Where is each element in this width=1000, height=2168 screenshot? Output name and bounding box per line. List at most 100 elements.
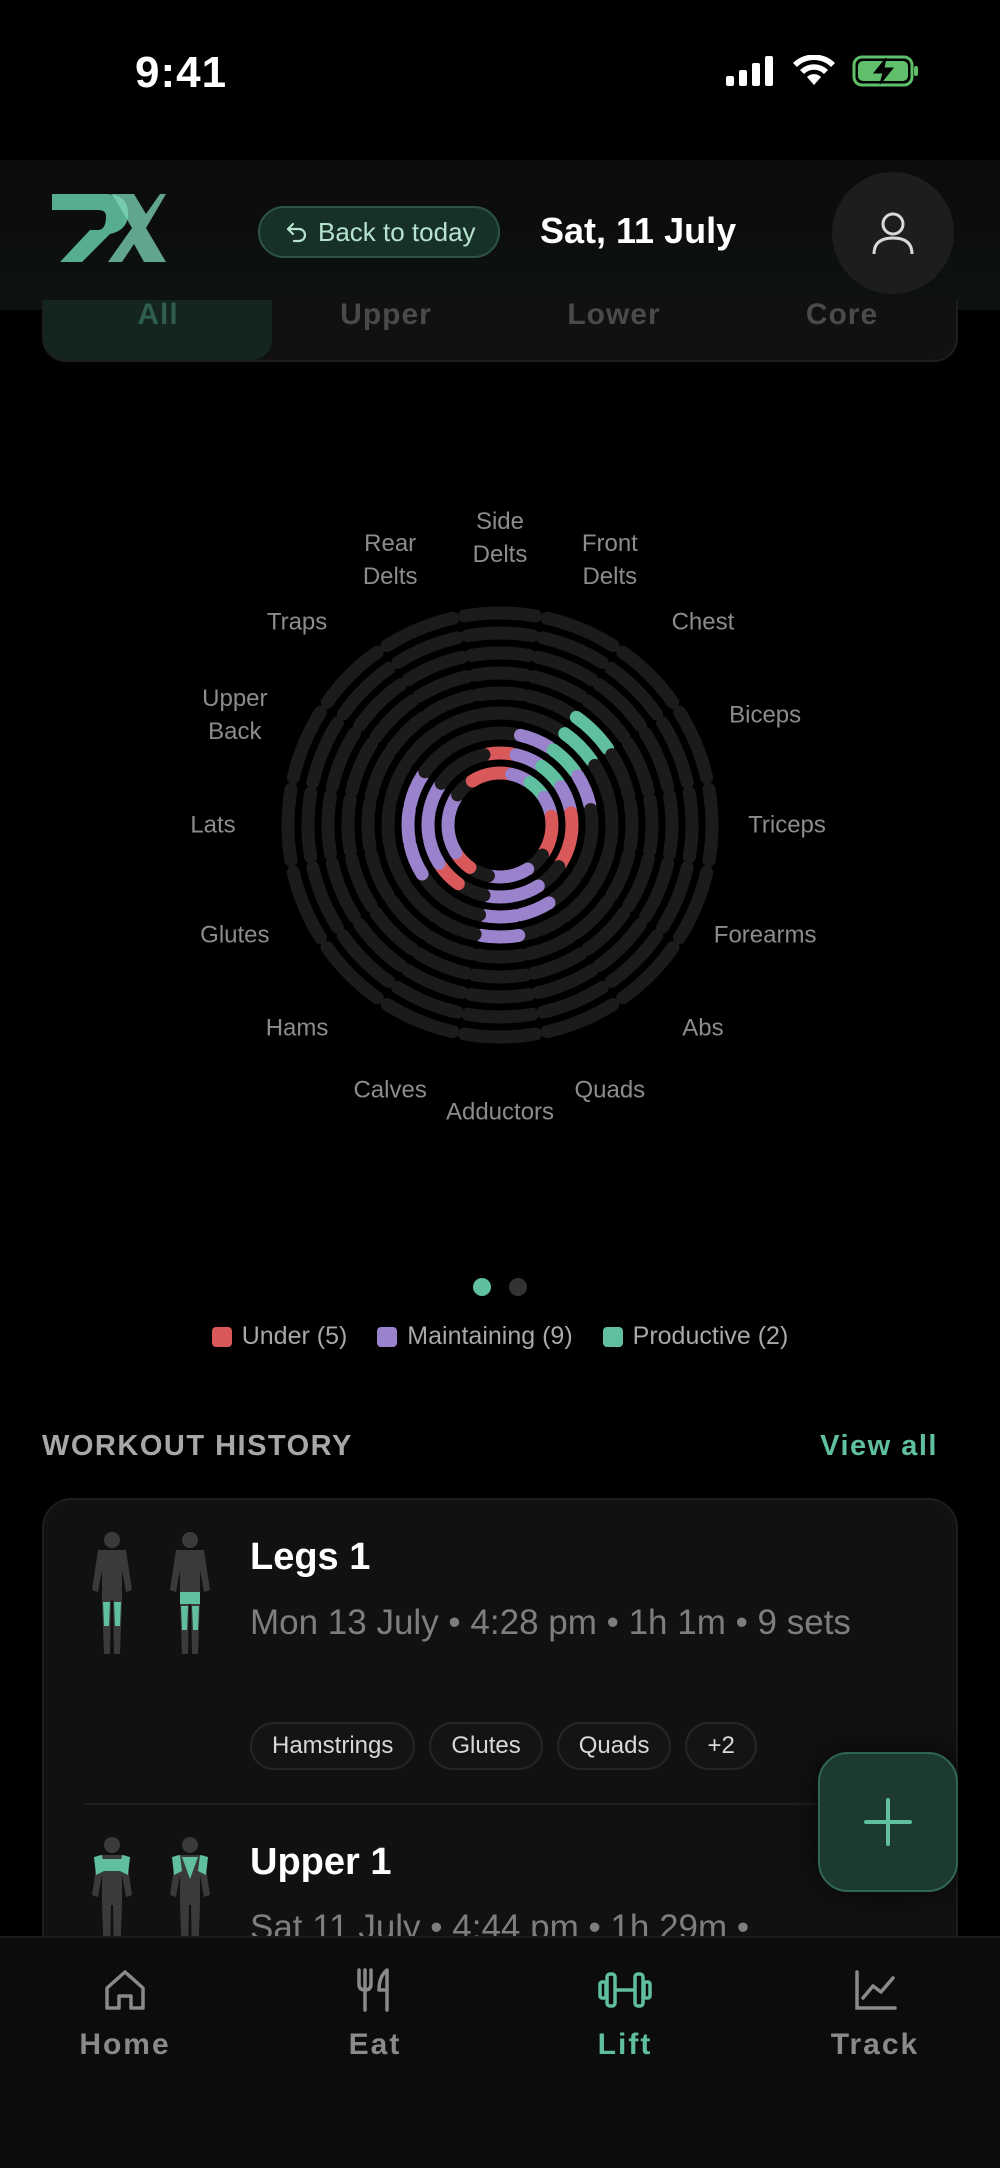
- nav-item-eat[interactable]: Eat: [250, 1938, 500, 2168]
- chart-label-quads[interactable]: Quads: [574, 1074, 645, 1107]
- chart-segment-hams-2: [434, 860, 465, 891]
- chart-label-rear-delts[interactable]: Rear Delts: [363, 527, 418, 593]
- chart-segment-quads-4: [518, 913, 567, 941]
- chart-segment-side-delts-7: [464, 646, 536, 662]
- tab-lower[interactable]: Lower: [500, 300, 728, 360]
- chart-segment-glutes-5: [364, 847, 395, 902]
- chart-label-front-delts[interactable]: Front Delts: [582, 527, 638, 593]
- chart-segment-adductors-3: [478, 909, 522, 924]
- chart-segment-lats-5: [361, 796, 377, 854]
- nav-label-track: Track: [830, 2028, 920, 2061]
- pager-dot-1[interactable]: [473, 1278, 491, 1296]
- chart-segment-adductors-6: [468, 968, 532, 984]
- chart-label-biceps[interactable]: Biceps: [729, 699, 801, 732]
- nav-label-lift: Lift: [597, 2028, 653, 2061]
- chart-label-adductors[interactable]: Adductors: [446, 1096, 554, 1129]
- tab-upper[interactable]: Upper: [272, 300, 500, 360]
- rx-logo: [48, 190, 168, 269]
- chart-segment-adductors-4: [474, 928, 526, 944]
- chart-segment-calves-4: [433, 913, 482, 941]
- nav-label-home: Home: [79, 2028, 171, 2061]
- chart-segment-calves-5: [423, 930, 478, 961]
- signal-icon: [726, 56, 773, 86]
- chart-segment-triceps-6: [643, 793, 659, 857]
- back-to-today-button[interactable]: Back to today: [258, 206, 500, 258]
- chart-label-chest[interactable]: Chest: [672, 606, 735, 639]
- legend-item-maintaining: Maintaining (9): [377, 1322, 573, 1351]
- chart-segment-quads-2: [509, 879, 545, 902]
- chart-label-lats[interactable]: Lats: [190, 809, 235, 842]
- muscle-chips: Hamstrings Glutes Quads +2: [250, 1722, 757, 1770]
- nav-item-home[interactable]: Home: [0, 1938, 250, 2168]
- chart-legend: Under (5) Maintaining (9) Productive (2): [0, 1322, 1000, 1351]
- chart-segment-traps-2: [434, 759, 465, 790]
- app-header: Back to today Sat, 11 July: [0, 160, 1000, 310]
- dumbbell-icon: [598, 1972, 652, 2008]
- chart-segment-biceps-4: [588, 758, 616, 807]
- chart-segment-calves-2: [455, 879, 491, 902]
- chart-segment-glutes-2: [423, 834, 446, 870]
- tab-all[interactable]: All: [44, 300, 272, 360]
- chart-segment-side-delts-3: [478, 726, 522, 741]
- chart-label-forearms[interactable]: Forearms: [714, 918, 817, 951]
- workout-item-legs-1[interactable]: Legs 1 Mon 13 July • 4:28 pm • 1h 1m • 9…: [44, 1500, 956, 1805]
- chart-segment-quads-5: [522, 930, 577, 961]
- fork-knife-icon: [357, 1968, 389, 2012]
- tab-core[interactable]: Core: [728, 300, 956, 360]
- chart-label-triceps[interactable]: Triceps: [748, 809, 826, 842]
- chart-segment-upper-back-4: [384, 758, 412, 807]
- workout-meta: Mon 13 July • 4:28 pm • 1h 1m • 9 sets: [250, 1603, 851, 1642]
- chart-segment-triceps-8: [682, 786, 699, 864]
- chart-segment-lats-2: [421, 806, 436, 844]
- nav-item-lift[interactable]: Lift: [500, 1938, 750, 2168]
- muscle-group-filter: All Upper Lower Core: [42, 300, 958, 362]
- chart-segment-side-delts-9: [457, 606, 543, 623]
- legend-swatch-productive: [602, 1326, 623, 1347]
- add-workout-button[interactable]: [818, 1752, 958, 1892]
- chart-segment-side-delts-5: [471, 686, 529, 702]
- chart-segment-side-delts-6: [468, 666, 532, 682]
- chart-pager: [0, 1278, 1000, 1296]
- chip-quads: Quads: [556, 1722, 672, 1770]
- chart-label-calves[interactable]: Calves: [353, 1074, 426, 1107]
- view-all-link[interactable]: View all: [820, 1430, 938, 1463]
- chart-label-glutes[interactable]: Glutes: [200, 918, 269, 951]
- chart-label-upper-back[interactable]: Upper Back: [202, 682, 267, 748]
- chart-segment-adductors-8: [461, 1007, 539, 1024]
- workout-name: Legs 1: [250, 1536, 371, 1578]
- chart-label-traps[interactable]: Traps: [267, 606, 327, 639]
- back-to-today-label: Back to today: [318, 216, 476, 247]
- profile-button[interactable]: [832, 172, 954, 294]
- chart-segment-lats-9: [281, 782, 298, 868]
- status-time: 9:41: [135, 48, 228, 97]
- chart-label-abs[interactable]: Abs: [682, 1011, 723, 1044]
- chart-segment-adductors-2: [481, 889, 519, 904]
- chart-segment-rear-delts-1: [465, 767, 495, 788]
- chart-segment-adductors-9: [457, 1027, 543, 1044]
- chart-line-icon: [855, 1970, 897, 2010]
- chart-segment-biceps-2: [554, 780, 577, 816]
- undo-arrow-icon: [286, 222, 307, 243]
- chart-segment-upper-back-2: [423, 780, 446, 816]
- chart-label-hams[interactable]: Hams: [266, 1011, 329, 1044]
- chart-segment-forearms-3: [571, 838, 597, 881]
- legend-label-under: Under (5): [241, 1322, 348, 1350]
- workout-history-title: WORKOUT HISTORY: [42, 1430, 353, 1462]
- chart-segment-side-delts-2: [481, 746, 519, 761]
- chart-segment-abs-3: [546, 871, 582, 907]
- chart-segment-triceps-3: [584, 803, 599, 847]
- nav-item-track[interactable]: Track: [750, 1938, 1000, 2168]
- chart-segment-glutes-3: [403, 838, 429, 881]
- selected-date[interactable]: Sat, 11 July: [540, 210, 736, 252]
- pager-dot-2[interactable]: [509, 1278, 527, 1296]
- chip-more: +2: [685, 1722, 757, 1770]
- chart-segment-rear-delts-5: [423, 689, 478, 720]
- chip-hamstrings: Hamstrings: [250, 1722, 416, 1770]
- chart-segment-lats-4: [381, 799, 397, 851]
- legend-swatch-under: [211, 1326, 232, 1347]
- chart-segment-front-delts-2: [509, 748, 545, 771]
- chart-segment-front-delts-4: [518, 709, 567, 737]
- home-icon: [105, 1970, 145, 2010]
- workout-name: Upper 1: [250, 1841, 392, 1883]
- chart-label-side-delts[interactable]: Side Delts: [473, 505, 528, 571]
